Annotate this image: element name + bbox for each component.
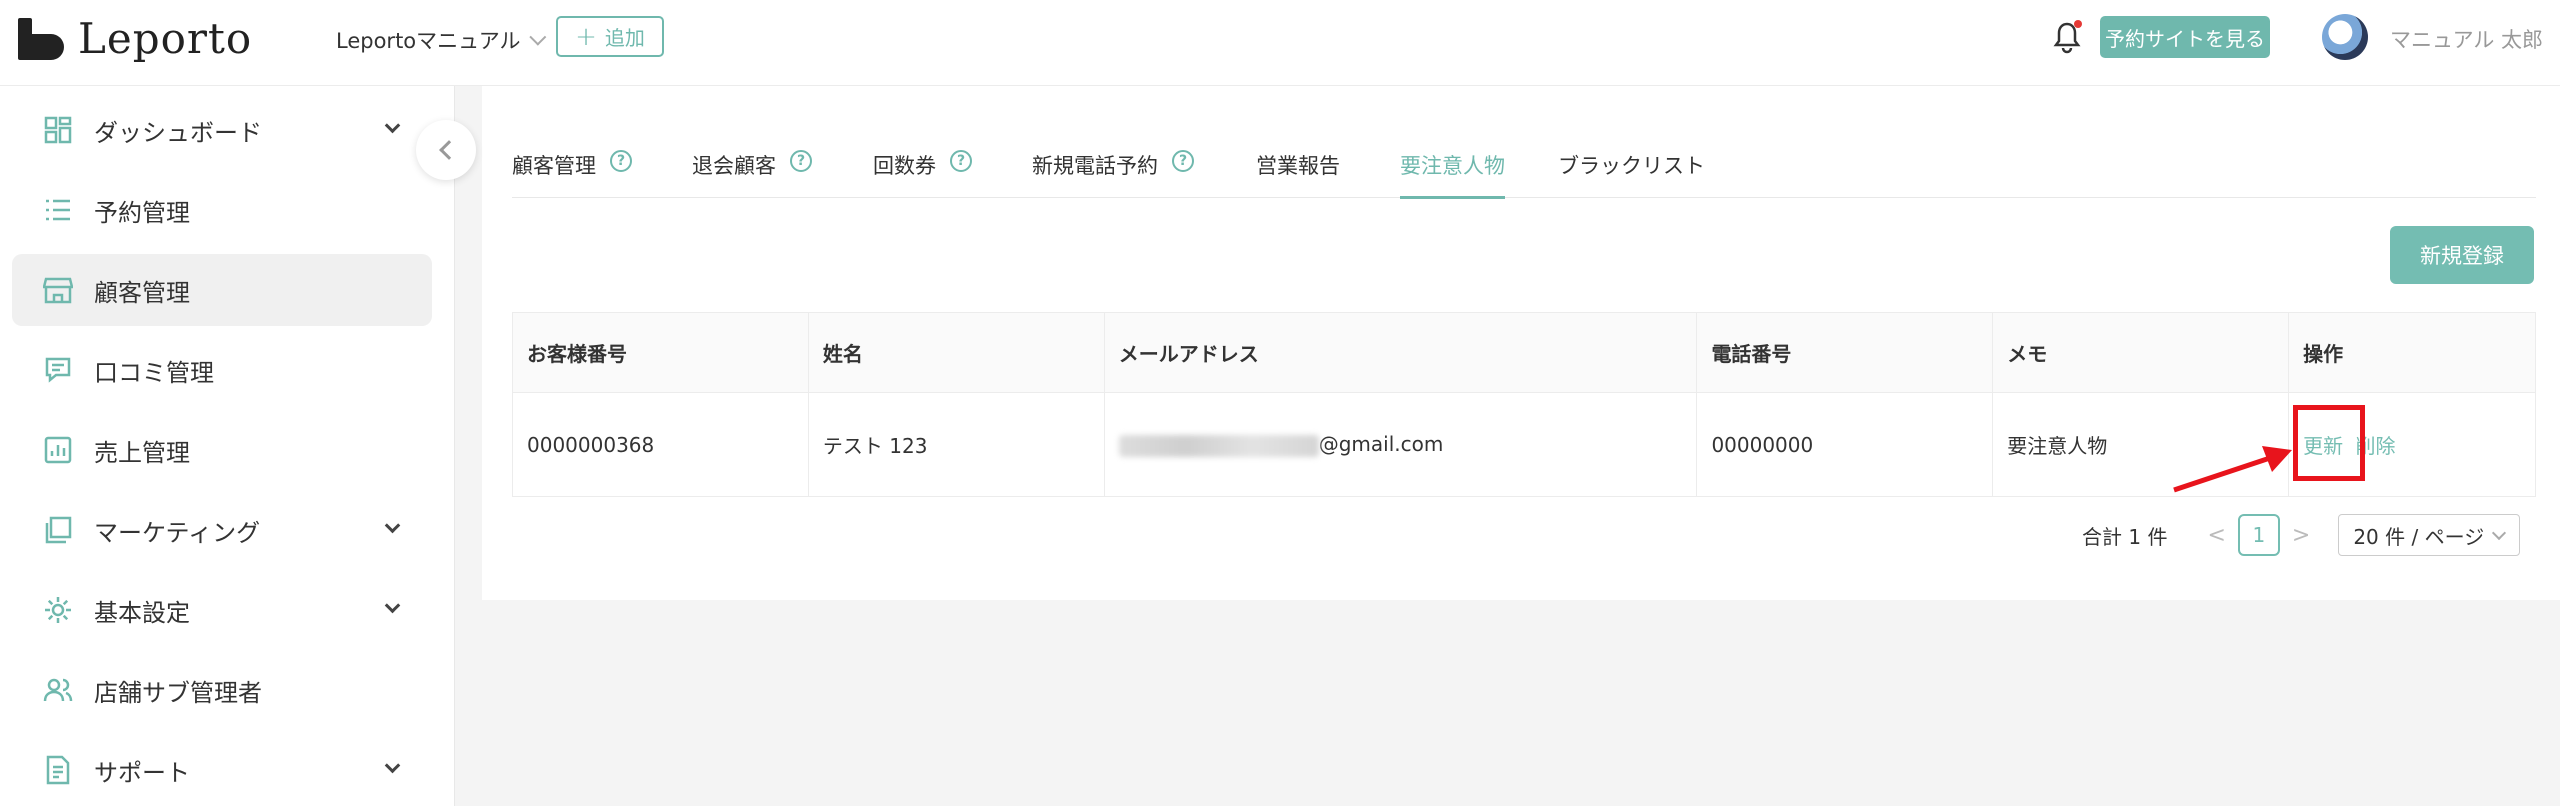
tab-label: 回数券: [873, 154, 936, 178]
tab-caution-persons[interactable]: 要注意人物: [1400, 142, 1505, 199]
chevron-left-icon[interactable]: <: [2207, 523, 2225, 548]
help-icon[interactable]: ?: [790, 150, 812, 172]
page-size-value: 20 件 / ページ: [2353, 524, 2485, 549]
sidebar-item-dashboard[interactable]: ダッシュボード: [12, 94, 432, 166]
sidebar-item-label: 口コミ管理: [94, 358, 214, 387]
notification-bell-icon[interactable]: [2050, 20, 2084, 56]
column-header: メールアドレス: [1103, 312, 1698, 393]
sidebar-item-support[interactable]: サポート: [12, 734, 432, 806]
top-header: Leporto Leportoマニュアル + 追加 予約サイトを見る マニュアル…: [0, 0, 2560, 86]
sidebar-item-reviews[interactable]: 口コミ管理: [12, 334, 432, 406]
store-icon: [42, 274, 74, 306]
logo-text: Leporto: [78, 14, 253, 63]
logo-mark-icon: [18, 17, 64, 60]
layers-icon: [42, 514, 74, 546]
sidebar-item-label: 店舗サブ管理者: [94, 678, 262, 707]
sidebar-item-reservations[interactable]: 予約管理: [12, 174, 432, 246]
sidebar-item-label: 予約管理: [94, 198, 190, 227]
sidebar-item-settings[interactable]: 基本設定: [12, 574, 432, 646]
chevron-down-icon: [528, 28, 546, 46]
main-panel: 顧客管理 ? 退会顧客 ? 回数券 ? 新規電話予約 ? 営業報告 要注意人物 …: [482, 86, 2560, 600]
help-icon[interactable]: ?: [610, 150, 632, 172]
help-icon[interactable]: ?: [1172, 150, 1194, 172]
store-name: Leportoマニュアル: [336, 29, 521, 53]
chevron-down-icon: [2492, 525, 2507, 540]
chevron-right-icon[interactable]: >: [2292, 523, 2310, 548]
help-icon[interactable]: ?: [950, 150, 972, 172]
tab-label: 要注意人物: [1400, 154, 1505, 178]
sidebar-item-label: ダッシュボード: [94, 118, 262, 147]
sidebar-item-label: 売上管理: [94, 438, 190, 467]
support-icon: [42, 754, 74, 786]
table-header-row: お客様番号 姓名 メールアドレス 電話番号 メモ 操作: [512, 312, 2536, 393]
chevron-down-icon: [384, 757, 401, 774]
column-header: 電話番号: [1696, 312, 1994, 393]
chevron-down-icon: [384, 117, 401, 134]
email-cell: @gmail.com: [1103, 392, 1698, 497]
tab-label: 退会顧客: [692, 154, 776, 178]
tab-blacklist[interactable]: ブラックリスト: [1558, 142, 1705, 198]
column-header: お客様番号: [512, 312, 809, 393]
sidebar-item-label: サポート: [94, 758, 190, 787]
column-header: メモ: [1992, 312, 2290, 393]
page-number-button[interactable]: 1: [2237, 514, 2280, 556]
tab-coupon-tickets[interactable]: 回数券 ?: [873, 142, 972, 198]
store-selector[interactable]: Leportoマニュアル: [336, 24, 546, 56]
column-header: 姓名: [807, 312, 1105, 393]
gear-icon: [42, 594, 74, 626]
tab-label: 顧客管理: [512, 154, 596, 178]
collapse-sidebar-button[interactable]: [416, 120, 476, 180]
view-booking-site-button[interactable]: 予約サイトを見る: [2100, 16, 2270, 58]
tab-customers[interactable]: 顧客管理 ?: [512, 142, 632, 198]
highlight-box: [2293, 405, 2366, 481]
tab-withdrawn-customers[interactable]: 退会顧客 ?: [692, 142, 812, 198]
add-button[interactable]: + 追加: [556, 16, 664, 57]
tab-bar: 顧客管理 ? 退会顧客 ? 回数券 ? 新規電話予約 ? 営業報告 要注意人物 …: [512, 142, 2536, 199]
users-icon: [42, 674, 74, 706]
sidebar: ダッシュボード 予約管理 顧客管理 口コミ管理 売上管理 マーケティング 基本設…: [0, 86, 455, 806]
annotation-arrow-icon: [2173, 446, 2292, 493]
phone-cell: 00000000: [1696, 392, 1994, 497]
blurred-email: [1118, 434, 1319, 457]
sidebar-item-sub-admins[interactable]: 店舗サブ管理者: [12, 654, 432, 726]
column-header: 操作: [2288, 312, 2536, 393]
email-suffix: @gmail.com: [1318, 432, 1444, 457]
tab-label: ブラックリスト: [1558, 154, 1705, 178]
pagination-total: 合計 1 件: [2082, 524, 2168, 549]
actions-cell: 更新 削除: [2288, 392, 2536, 497]
chevron-down-icon: [384, 597, 401, 614]
customer-number-cell: 0000000368: [512, 392, 809, 497]
avatar[interactable]: [2322, 14, 2368, 60]
chart-icon: [42, 434, 74, 466]
add-button-label: 追加: [604, 26, 645, 50]
tab-label: 新規電話予約: [1032, 154, 1158, 178]
page-size-select[interactable]: 20 件 / ページ: [2338, 514, 2521, 556]
sidebar-item-sales[interactable]: 売上管理: [12, 414, 432, 486]
name-cell: テスト 123: [807, 392, 1105, 497]
plus-icon: +: [575, 21, 597, 52]
notification-dot: [2074, 20, 2082, 28]
logo[interactable]: Leporto: [18, 14, 252, 63]
user-name[interactable]: マニュアル 太郎: [2390, 24, 2543, 54]
list-icon: [42, 194, 74, 226]
tab-label: 営業報告: [1256, 154, 1340, 178]
comment-icon: [42, 354, 74, 386]
sidebar-item-customers[interactable]: 顧客管理: [12, 254, 432, 326]
dashboard-icon: [42, 114, 74, 146]
sidebar-item-label: 基本設定: [94, 598, 190, 627]
tab-business-report[interactable]: 営業報告: [1256, 142, 1340, 198]
chevron-down-icon: [384, 517, 401, 534]
tab-new-phone-reservation[interactable]: 新規電話予約 ?: [1032, 142, 1194, 198]
sidebar-item-label: マーケティング: [94, 518, 261, 547]
new-registration-button[interactable]: 新規登録: [2390, 226, 2534, 284]
sidebar-item-marketing[interactable]: マーケティング: [12, 494, 432, 566]
sidebar-item-label: 顧客管理: [94, 278, 190, 307]
chevron-left-icon: [439, 140, 459, 160]
pagination: 合計 1 件 < 1 > 20 件 / ページ: [2082, 514, 2521, 556]
